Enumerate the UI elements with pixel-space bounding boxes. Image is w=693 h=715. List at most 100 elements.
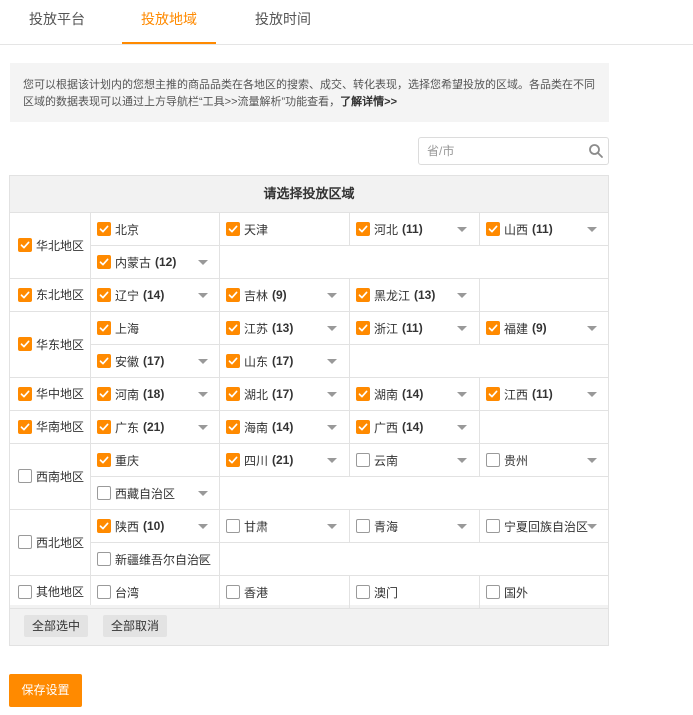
province-2-2[interactable]: 浙江 (11) <box>356 318 423 338</box>
province-checkbox[interactable] <box>486 222 500 236</box>
chevron-down-icon[interactable] <box>327 458 337 463</box>
province-checkbox[interactable] <box>356 519 370 533</box>
tab-region[interactable]: 投放地域 <box>122 0 216 44</box>
province-6-2[interactable]: 青海 <box>356 516 398 536</box>
province-6-3[interactable]: 宁夏回族自治区 <box>486 516 588 536</box>
province-3-2[interactable]: 湖南 (14) <box>356 384 423 404</box>
province-7-3[interactable]: 国外 <box>486 582 528 602</box>
region-3[interactable]: 华中地区 <box>18 384 84 404</box>
province-7-1[interactable]: 香港 <box>226 582 268 602</box>
region-checkbox[interactable] <box>18 469 32 483</box>
chevron-down-icon[interactable] <box>457 227 467 232</box>
chevron-down-icon[interactable] <box>457 293 467 298</box>
province-2-0[interactable]: 上海 <box>97 318 139 338</box>
province-checkbox[interactable] <box>486 453 500 467</box>
chevron-down-icon[interactable] <box>198 491 208 496</box>
province-search-input[interactable] <box>419 138 587 164</box>
chevron-down-icon[interactable] <box>198 260 208 265</box>
tab-platform[interactable]: 投放平台 <box>14 0 100 43</box>
chevron-down-icon[interactable] <box>457 425 467 430</box>
chevron-down-icon[interactable] <box>457 458 467 463</box>
learn-more-link[interactable]: 了解详情>> <box>340 96 397 108</box>
province-checkbox[interactable] <box>356 288 370 302</box>
chevron-down-icon[interactable] <box>327 326 337 331</box>
region-0[interactable]: 华北地区 <box>18 235 84 255</box>
province-7-2[interactable]: 澳门 <box>356 582 398 602</box>
chevron-down-icon[interactable] <box>327 359 337 364</box>
chevron-down-icon[interactable] <box>327 524 337 529</box>
province-checkbox[interactable] <box>97 453 111 467</box>
province-6-0[interactable]: 陕西 (10) <box>97 516 164 536</box>
province-0-0[interactable]: 北京 <box>97 219 139 239</box>
province-checkbox[interactable] <box>226 288 240 302</box>
province-3-0[interactable]: 河南 (18) <box>97 384 164 404</box>
province-6-4[interactable]: 新疆维吾尔自治区 <box>97 549 211 569</box>
province-checkbox[interactable] <box>97 222 111 236</box>
province-5-1[interactable]: 四川 (21) <box>226 450 293 470</box>
province-checkbox[interactable] <box>97 255 111 269</box>
province-checkbox[interactable] <box>356 453 370 467</box>
province-checkbox[interactable] <box>97 552 111 566</box>
chevron-down-icon[interactable] <box>457 326 467 331</box>
province-checkbox[interactable] <box>226 585 240 599</box>
region-checkbox[interactable] <box>18 584 32 599</box>
province-checkbox[interactable] <box>356 585 370 599</box>
region-checkbox[interactable] <box>18 287 32 302</box>
region-6[interactable]: 西北地区 <box>18 532 84 552</box>
chevron-down-icon[interactable] <box>457 524 467 529</box>
province-0-1[interactable]: 天津 <box>226 219 268 239</box>
search-icon[interactable] <box>588 143 604 159</box>
province-checkbox[interactable] <box>226 222 240 236</box>
chevron-down-icon[interactable] <box>198 293 208 298</box>
chevron-down-icon[interactable] <box>198 392 208 397</box>
province-checkbox[interactable] <box>356 387 370 401</box>
chevron-down-icon[interactable] <box>587 392 597 397</box>
save-settings-button[interactable]: 保存设置 <box>9 674 82 707</box>
chevron-down-icon[interactable] <box>587 524 597 529</box>
province-1-2[interactable]: 黑龙江 (13) <box>356 285 435 305</box>
province-1-1[interactable]: 吉林 (9) <box>226 285 287 305</box>
chevron-down-icon[interactable] <box>587 326 597 331</box>
province-checkbox[interactable] <box>97 387 111 401</box>
chevron-down-icon[interactable] <box>198 425 208 430</box>
province-6-1[interactable]: 甘肃 <box>226 516 268 536</box>
province-1-0[interactable]: 辽宁 (14) <box>97 285 164 305</box>
province-5-3[interactable]: 贵州 <box>486 450 528 470</box>
province-checkbox[interactable] <box>356 222 370 236</box>
chevron-down-icon[interactable] <box>457 392 467 397</box>
province-2-5[interactable]: 山东 (17) <box>226 351 293 371</box>
region-1[interactable]: 东北地区 <box>18 285 84 305</box>
select-all-button[interactable]: 全部选中 <box>24 615 89 637</box>
province-checkbox[interactable] <box>97 519 111 533</box>
province-checkbox[interactable] <box>226 453 240 467</box>
province-checkbox[interactable] <box>226 354 240 368</box>
province-4-0[interactable]: 广东 (21) <box>97 417 164 437</box>
province-checkbox[interactable] <box>97 354 111 368</box>
province-checkbox[interactable] <box>226 420 240 434</box>
province-5-4[interactable]: 西藏自治区 <box>97 483 175 503</box>
tab-time[interactable]: 投放时间 <box>240 0 326 43</box>
chevron-down-icon[interactable] <box>587 227 597 232</box>
region-checkbox[interactable] <box>18 535 32 549</box>
province-checkbox[interactable] <box>226 321 240 335</box>
region-checkbox[interactable] <box>18 386 32 401</box>
province-checkbox[interactable] <box>486 321 500 335</box>
region-checkbox[interactable] <box>18 419 32 434</box>
province-2-1[interactable]: 江苏 (13) <box>226 318 293 338</box>
province-2-3[interactable]: 福建 (9) <box>486 318 547 338</box>
province-checkbox[interactable] <box>356 321 370 335</box>
province-checkbox[interactable] <box>226 387 240 401</box>
region-7[interactable]: 其他地区 <box>18 582 84 602</box>
province-0-4[interactable]: 内蒙古 (12) <box>97 252 176 272</box>
province-3-1[interactable]: 湖北 (17) <box>226 384 293 404</box>
region-5[interactable]: 西南地区 <box>18 466 84 486</box>
chevron-down-icon[interactable] <box>198 524 208 529</box>
province-checkbox[interactable] <box>486 519 500 533</box>
province-checkbox[interactable] <box>97 420 111 434</box>
province-checkbox[interactable] <box>356 420 370 434</box>
region-2[interactable]: 华东地区 <box>18 334 84 354</box>
province-4-1[interactable]: 海南 (14) <box>226 417 293 437</box>
province-checkbox[interactable] <box>486 585 500 599</box>
province-0-3[interactable]: 山西 (11) <box>486 219 553 239</box>
province-4-2[interactable]: 广西 (14) <box>356 417 423 437</box>
